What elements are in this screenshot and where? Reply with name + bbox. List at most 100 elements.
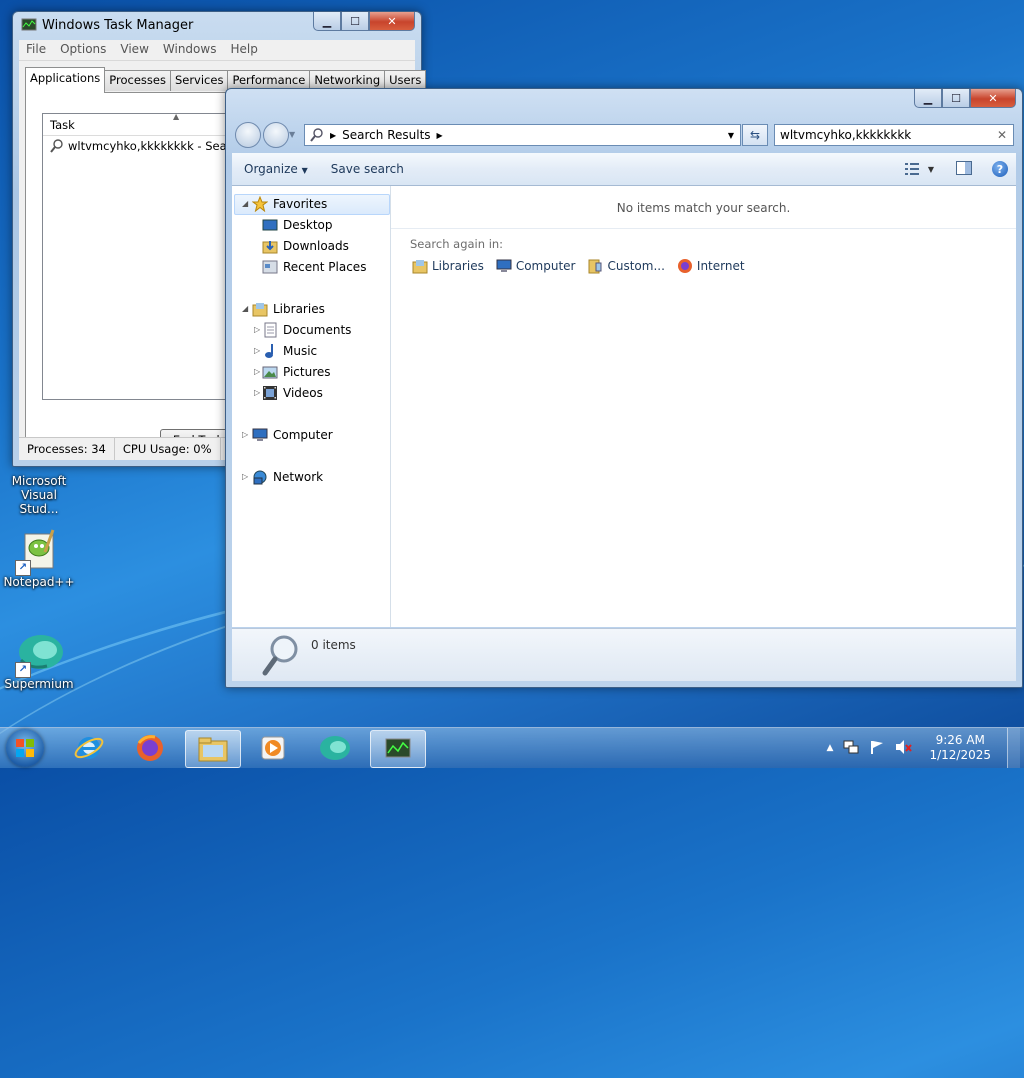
network-tray-icon[interactable] (843, 739, 859, 758)
preview-pane-icon[interactable] (956, 160, 972, 178)
close-button[interactable]: ✕ (369, 12, 415, 31)
address-bar[interactable]: ▶ Search Results ▶ ▼ (304, 124, 741, 146)
collapse-icon[interactable]: ◢ (242, 199, 248, 208)
start-button[interactable] (6, 729, 44, 767)
tab-processes[interactable]: Processes (104, 70, 171, 91)
search-again-label: Search again in: (410, 237, 504, 251)
clock[interactable]: 9:26 AM 1/12/2025 (929, 733, 991, 763)
pictures-icon (262, 364, 278, 380)
expand-icon[interactable]: ▷ (254, 388, 260, 397)
search-again-internet[interactable]: Internet (677, 258, 745, 274)
explorer-window: ▁ ☐ ✕ ▼ ▶ Search Results ▶ ▼ ⇆ wltvmcyhk… (225, 88, 1023, 688)
search-input[interactable]: wltvmcyhko,kkkkkkkk (775, 128, 911, 142)
expand-icon[interactable]: ▷ (242, 430, 248, 439)
libraries-icon (412, 258, 428, 274)
address-dropdown-icon[interactable]: ▼ (728, 131, 734, 140)
search-again-custom[interactable]: Custom... (587, 258, 665, 274)
search-icon (309, 127, 325, 143)
taskbar-task-manager[interactable] (370, 730, 426, 768)
music-icon (262, 343, 278, 359)
nav-music[interactable]: Music (262, 343, 317, 359)
chevron-down-icon: ▼ (301, 166, 308, 175)
task-manager-icon (385, 738, 411, 758)
save-search-button[interactable]: Save search (317, 162, 413, 176)
supermium-icon: ↗ (15, 630, 63, 678)
desktop-icon-supermium[interactable]: ↗ Supermium (3, 630, 75, 691)
nav-network[interactable]: Network (252, 469, 323, 485)
view-options-icon[interactable]: ▼ (904, 162, 934, 176)
menu-help[interactable]: Help (223, 40, 264, 60)
task-manager-icon (21, 17, 37, 33)
taskbar-firefox[interactable] (123, 730, 177, 766)
desktop-icon-notepad-plus-plus[interactable]: ↗ Notepad++ (3, 528, 75, 589)
maximize-button[interactable]: ☐ (341, 12, 369, 31)
process-count: Processes: 34 (19, 438, 115, 460)
menu-file[interactable]: File (19, 40, 53, 60)
search-box[interactable]: wltvmcyhko,kkkkkkkk ✕ (774, 124, 1014, 146)
taskbar-file-explorer[interactable] (185, 730, 241, 768)
forward-button[interactable] (263, 122, 289, 148)
supermium-icon (320, 736, 350, 760)
expand-icon[interactable]: ▷ (242, 472, 248, 481)
window-controls: ▁ ☐ ✕ (313, 12, 415, 31)
back-button[interactable] (235, 122, 261, 148)
sort-ascending-icon: ▲ (173, 112, 180, 121)
taskbar-supermium[interactable] (308, 730, 362, 766)
windows-logo-icon (16, 739, 34, 757)
downloads-folder-icon (262, 238, 278, 254)
tab-services[interactable]: Services (169, 70, 229, 91)
nav-desktop[interactable]: Desktop (262, 217, 333, 233)
nav-pictures[interactable]: Pictures (262, 364, 331, 380)
refresh-button[interactable]: ⇆ (742, 124, 768, 146)
firefox-icon (677, 258, 693, 274)
breadcrumb[interactable]: Search Results (342, 128, 430, 142)
expand-icon[interactable]: ▷ (254, 325, 260, 334)
menu-bar: File Options View Windows Help (19, 40, 415, 60)
show-hidden-icons-icon[interactable]: ▲ (827, 743, 834, 753)
computer-icon (496, 258, 512, 274)
nav-libraries[interactable]: Libraries (252, 301, 325, 317)
nav-videos[interactable]: Videos (262, 385, 323, 401)
recent-pages-dropdown[interactable]: ▼ (289, 130, 295, 139)
empty-message: No items match your search. (616, 201, 791, 215)
search-again-computer[interactable]: Computer (496, 258, 575, 274)
minimize-button[interactable]: ▁ (313, 12, 341, 31)
nav-computer[interactable]: Computer (252, 427, 333, 443)
close-button[interactable]: ✕ (970, 89, 1016, 108)
search-again-libraries[interactable]: Libraries (412, 258, 484, 274)
taskbar-media-player[interactable] (246, 730, 300, 766)
maximize-button[interactable]: ☐ (942, 89, 970, 108)
breadcrumb-separator-icon: ▶ (330, 130, 337, 140)
breadcrumb-separator-icon: ▶ (436, 130, 443, 140)
libraries-icon (252, 301, 268, 317)
clear-search-icon[interactable]: ✕ (997, 128, 1007, 142)
collapse-icon[interactable]: ◢ (242, 304, 248, 313)
organize-button[interactable]: Organize ▼ (232, 162, 317, 176)
desktop-icon-label: Notepad++ (3, 575, 75, 589)
magnifier-icon (260, 633, 300, 680)
menu-options[interactable]: Options (53, 40, 113, 60)
nav-favorites[interactable]: Favorites (251, 195, 327, 213)
minimize-button[interactable]: ▁ (914, 89, 942, 108)
action-center-flag-icon[interactable] (869, 739, 885, 758)
title-bar: Windows Task Manager (21, 17, 193, 33)
expand-icon[interactable]: ▷ (254, 346, 260, 355)
nav-downloads[interactable]: Downloads (262, 238, 349, 254)
expand-icon[interactable]: ▷ (254, 367, 260, 376)
search-again-list: Libraries Computer Custom... Internet (412, 258, 745, 274)
navigation-pane: ◢ Favorites Desktop Downloads Recent Pla… (232, 186, 391, 627)
help-icon[interactable]: ? (992, 161, 1008, 177)
desktop-icon (262, 217, 278, 233)
results-pane: No items match your search. Search again… (391, 186, 1016, 627)
desktop-icon-visual-studio[interactable]: Microsoft Visual Stud... (3, 474, 75, 516)
volume-muted-icon[interactable] (895, 739, 913, 758)
taskbar-internet-explorer[interactable] (62, 730, 116, 766)
menu-windows[interactable]: Windows (156, 40, 224, 60)
show-desktop-button[interactable] (1007, 728, 1020, 768)
tab-applications[interactable]: Applications (25, 67, 106, 93)
notepad-plus-plus-icon: ↗ (15, 528, 61, 576)
menu-view[interactable]: View (113, 40, 155, 60)
folder-icon (198, 737, 228, 762)
nav-documents[interactable]: Documents (262, 322, 351, 338)
nav-recent-places[interactable]: Recent Places (262, 259, 366, 275)
